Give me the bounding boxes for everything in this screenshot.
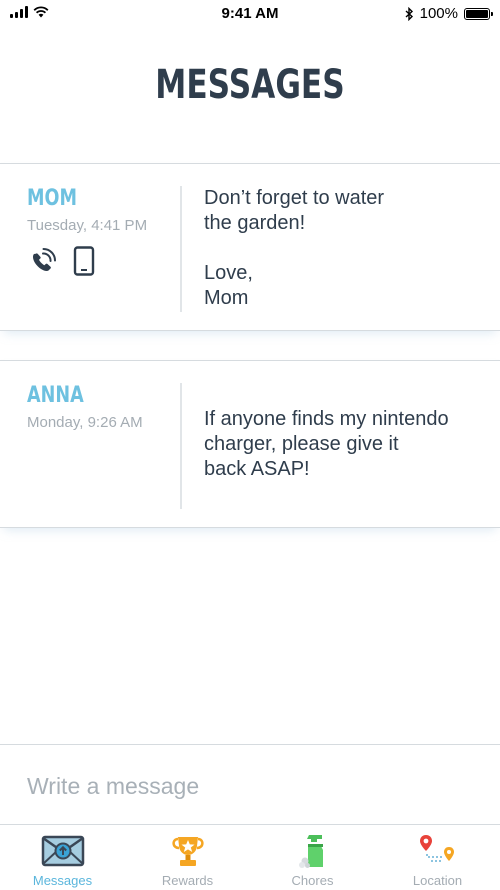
tab-label: Location (412, 873, 463, 888)
tab-bar: Messages Rewards Chores Location (0, 824, 500, 890)
phone-wave-icon[interactable] (27, 246, 59, 276)
sender-name: ANNA (27, 383, 84, 408)
tab-label: Chores (291, 873, 334, 888)
page-title: MESSAGES (155, 62, 345, 108)
trophy-icon (169, 833, 207, 869)
messages-screen: 9:41 AM 100% MESSAGES MOM Tuesday, 4:41 … (0, 0, 500, 890)
smartphone-icon[interactable] (73, 246, 95, 276)
tab-location[interactable]: Location (375, 825, 500, 890)
tab-chores[interactable]: Chores (250, 825, 375, 890)
sender-name: MOM (27, 186, 77, 211)
battery-fill (466, 9, 488, 18)
card-divider (180, 383, 182, 509)
tab-label: Rewards (161, 873, 214, 888)
sender-block: MOM Tuesday, 4:41 PM (27, 186, 147, 276)
sender-icons (27, 246, 147, 276)
battery-percent: 100% (419, 5, 458, 22)
spray-bottle-icon (296, 833, 330, 869)
message-text: If anyone finds my nintendo charger, ple… (204, 408, 449, 480)
message-card[interactable]: MOM Tuesday, 4:41 PM Don’t forget to wat… (0, 163, 500, 331)
battery-icon (464, 7, 493, 20)
envelope-icon (41, 833, 85, 869)
card-divider (180, 186, 182, 312)
tab-label: Messages (32, 873, 93, 888)
message-card[interactable]: ANNA Monday, 9:26 AM If anyone finds my … (0, 360, 500, 528)
message-input[interactable] (27, 773, 467, 800)
message-text: Don’t forget to water the garden! Love, … (204, 187, 385, 309)
sender-block: ANNA Monday, 9:26 AM (27, 383, 143, 431)
map-pins-icon (417, 833, 459, 869)
status-bar: 9:41 AM 100% (0, 0, 500, 28)
tab-rewards[interactable]: Rewards (125, 825, 250, 890)
tab-messages[interactable]: Messages (0, 825, 125, 890)
message-timestamp: Monday, 9:26 AM (27, 414, 143, 431)
message-timestamp: Tuesday, 4:41 PM (27, 217, 148, 234)
status-right: 100% (405, 5, 493, 22)
compose-bar (0, 744, 500, 825)
bluetooth-icon (405, 6, 413, 21)
